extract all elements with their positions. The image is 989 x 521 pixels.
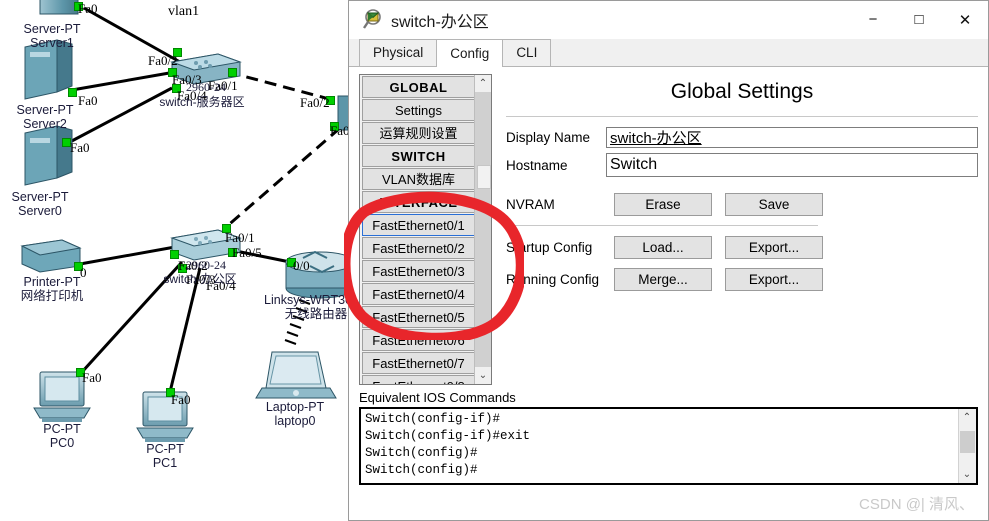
startup-export-button[interactable]: Export...	[725, 236, 823, 259]
link-dot	[326, 96, 335, 105]
watermark: CSDN @| 清风、	[859, 496, 974, 513]
tab-config[interactable]: Config	[436, 39, 504, 67]
nvram-label: NVRAM	[506, 197, 555, 212]
link-dot	[173, 48, 182, 57]
ios-commands-caption: Equivalent IOS Commands	[359, 390, 516, 405]
link-dot	[287, 258, 296, 267]
config-category-list[interactable]: GLOBAL Settings 运算规则设置 SWITCH VLAN数据库 INTERFA…	[359, 74, 492, 385]
device-laptop0	[255, 351, 337, 399]
device-server0	[24, 125, 73, 186]
link-dot	[68, 88, 77, 97]
link-dot	[74, 2, 83, 11]
sidebar-item-vlan[interactable]: VLAN数据库	[362, 168, 475, 190]
tab-bar[interactable]: Physical Config CLI	[349, 39, 988, 67]
global-settings-panel: Global Settings Display Name Hostname NV…	[506, 75, 978, 375]
nvram-erase-button[interactable]: Erase	[614, 193, 712, 216]
startup-config-label: Startup Config	[506, 240, 593, 255]
link-dot	[178, 264, 187, 273]
startup-load-button[interactable]: Load...	[614, 236, 712, 259]
minimize-button[interactable]: −	[850, 1, 896, 38]
window-body: GLOBAL Settings 运算规则设置 SWITCH VLAN数据库 INTERFA…	[349, 67, 988, 519]
sidebar-item-fastethernet0-7[interactable]: FastEthernet0/7	[362, 352, 475, 374]
link-dot	[330, 122, 339, 131]
link-dot	[166, 388, 175, 397]
running-merge-button[interactable]: Merge...	[614, 268, 712, 291]
sidebar-scroll-track[interactable]	[475, 92, 491, 367]
link-dot	[76, 368, 85, 377]
packet-tracer-icon	[361, 9, 383, 31]
sidebar-item-fastethernet0-4[interactable]: FastEthernet0/4	[362, 283, 475, 305]
link-dot	[228, 248, 237, 257]
sidebar-scrollbar[interactable]: ⌃ ⌄	[474, 75, 491, 384]
sidebar-item-fastethernet0-6[interactable]: FastEthernet0/6	[362, 329, 475, 351]
link-dot	[222, 224, 231, 233]
divider	[506, 116, 978, 117]
link-dot	[228, 68, 237, 77]
config-category-items[interactable]: GLOBAL Settings 运算规则设置 SWITCH VLAN数据库 INTERFA…	[360, 75, 477, 384]
sidebar-item-interface: INTERFACE	[362, 191, 475, 213]
sidebar-scroll-thumb[interactable]	[477, 165, 491, 189]
device-server2	[24, 39, 73, 100]
link-dot	[170, 250, 179, 259]
ios-scroll-down-icon[interactable]: ⌄	[959, 466, 975, 483]
device-pc1	[136, 391, 194, 442]
ios-scroll-up-icon[interactable]: ⌃	[959, 409, 975, 426]
sidebar-item-[interactable]: 运算规则设置	[362, 122, 475, 144]
sidebar-item-fastethernet0-8[interactable]: FastEthernet0/8	[362, 375, 475, 384]
display-name-input[interactable]	[606, 127, 978, 148]
running-config-row: Running Config Merge... Export...	[506, 268, 978, 291]
sidebar-item-switch: SWITCH	[362, 145, 475, 167]
sidebar-item-fastethernet0-5[interactable]: FastEthernet0/5	[362, 306, 475, 328]
running-export-button[interactable]: Export...	[725, 268, 823, 291]
sidebar-item-global: GLOBAL	[362, 76, 475, 98]
tab-physical[interactable]: Physical	[359, 39, 438, 66]
link-dot	[74, 262, 83, 271]
hostname-label: Hostname	[506, 157, 568, 173]
sidebar-item-fastethernet0-2[interactable]: FastEthernet0/2	[362, 237, 475, 259]
window-title: switch-办公区	[391, 14, 489, 31]
device-config-window[interactable]: switch-办公区 − □ ✕ Physical Config CLI GLO…	[348, 0, 989, 521]
page-title: Global Settings	[670, 80, 814, 103]
ios-commands-text: Switch(config-if)# Switch(config-if)#exi…	[365, 412, 531, 477]
equivalent-ios-commands-section: Equivalent IOS Commands Switch(config-if…	[359, 390, 978, 485]
nvram-save-button[interactable]: Save	[725, 193, 823, 216]
divider	[506, 225, 818, 226]
ios-scroll-thumb[interactable]	[960, 431, 975, 453]
link-dot	[168, 68, 177, 77]
device-partial-right	[337, 95, 348, 131]
startup-config-row: Startup Config Load... Export...	[506, 236, 978, 259]
nvram-row: NVRAM Erase Save	[506, 193, 978, 216]
device-printer	[20, 239, 82, 273]
ios-scrollbar[interactable]: ⌃ ⌄	[958, 409, 976, 483]
link-dot	[172, 84, 181, 93]
window-titlebar[interactable]: switch-办公区 − □ ✕	[349, 1, 988, 39]
running-config-label: Running Config	[506, 272, 600, 287]
vlan-label: vlan1	[168, 4, 200, 19]
sidebar-item-fastethernet0-1[interactable]: FastEthernet0/1	[362, 214, 475, 236]
hostname-row: Hostname	[506, 153, 978, 177]
ios-commands-box[interactable]: Switch(config-if)# Switch(config-if)#exi…	[359, 407, 978, 485]
screen: vlan1 Fa0 Fa0 Fa0 Fa0/2 Fa0/3 Fa0/1 Fa0/4 Fa0/2…	[0, 0, 989, 521]
device-pc0	[33, 371, 91, 422]
maximize-button[interactable]: □	[896, 1, 942, 38]
device-server1	[39, 0, 79, 15]
network-topology-canvas[interactable]: vlan1 Fa0 Fa0 Fa0 Fa0/2 Fa0/3 Fa0/1 Fa0/4 Fa0/2…	[0, 0, 348, 521]
tab-cli[interactable]: CLI	[502, 39, 552, 66]
display-name-row: Display Name	[506, 127, 978, 148]
sidebar-item-fastethernet0-3[interactable]: FastEthernet0/3	[362, 260, 475, 282]
sidebar-scroll-down-icon[interactable]: ⌄	[475, 367, 491, 384]
hostname-input[interactable]	[606, 153, 978, 177]
display-name-label: Display Name	[506, 130, 591, 145]
sidebar-scroll-up-icon[interactable]: ⌃	[475, 75, 491, 92]
window-controls[interactable]: − □ ✕	[850, 1, 988, 38]
close-button[interactable]: ✕	[942, 1, 988, 38]
link-dot	[62, 138, 71, 147]
sidebar-item-settings[interactable]: Settings	[362, 99, 475, 121]
